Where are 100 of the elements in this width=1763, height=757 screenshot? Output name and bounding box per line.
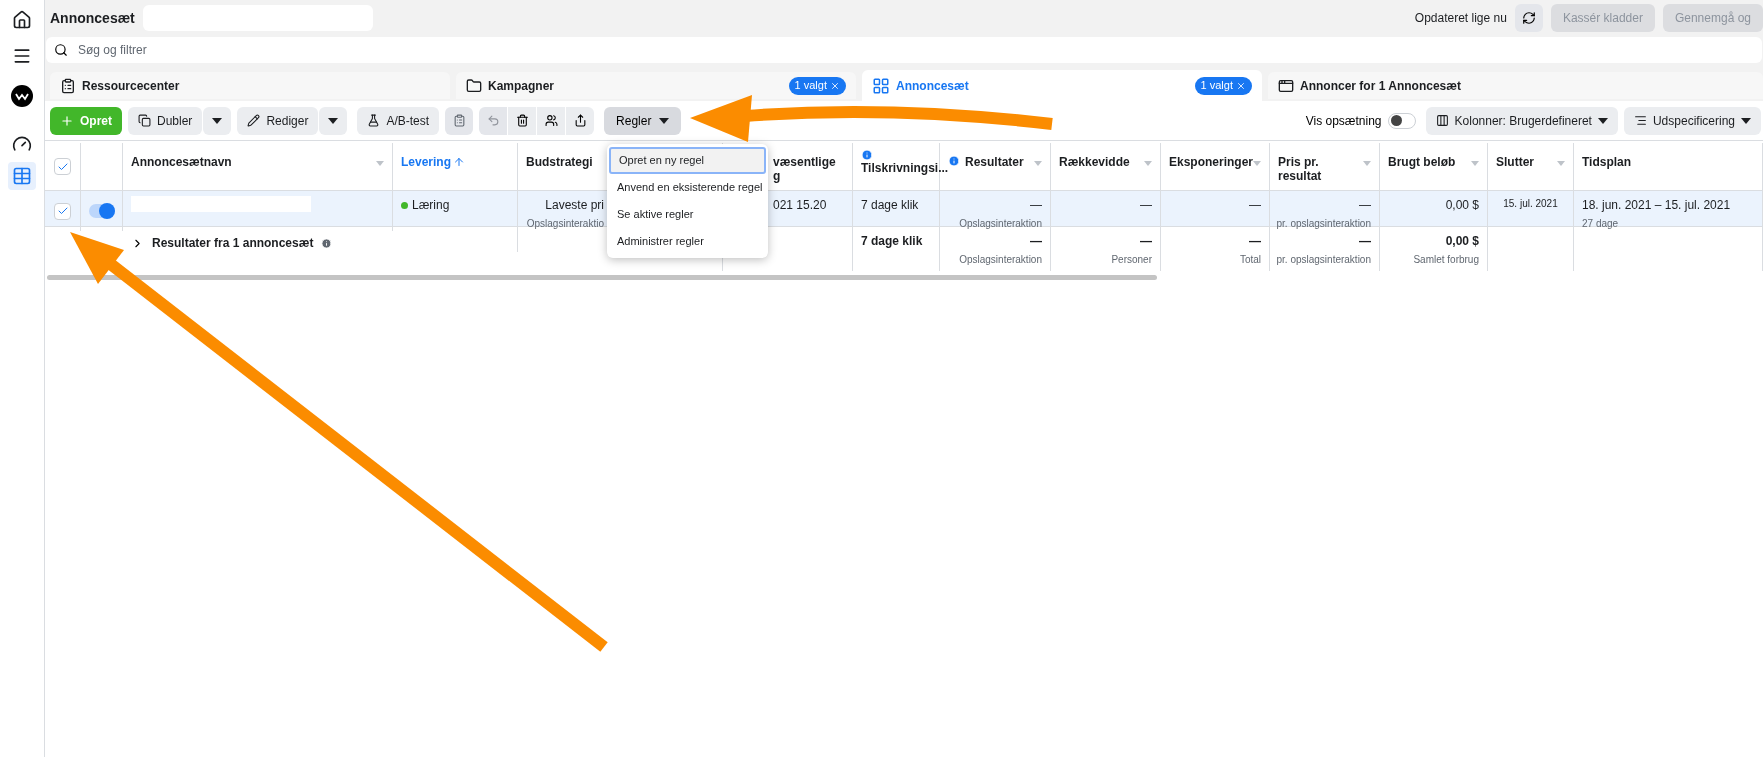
column-header[interactable]: Budstrategi xyxy=(526,155,593,169)
row-checkbox[interactable] xyxy=(54,202,71,220)
column-header[interactable]: Brugt beløb xyxy=(1388,155,1456,169)
horizontal-scrollbar[interactable] xyxy=(47,275,1157,280)
cell-text: — xyxy=(1359,197,1371,214)
tab[interactable]: Kampagner 1 valgt xyxy=(456,72,856,99)
columns-icon xyxy=(1435,114,1449,127)
ab-test-button[interactable]: A/B-test xyxy=(357,106,440,135)
people-icon xyxy=(544,114,558,127)
dropdown-button[interactable] xyxy=(203,106,232,135)
selection-badge[interactable]: 1 valgt xyxy=(788,76,846,95)
menu-item[interactable]: Anvend en eksisterende regel xyxy=(609,174,766,201)
cell-text: — xyxy=(1030,197,1042,214)
duplicate-button[interactable]: Dubler xyxy=(128,106,203,135)
check-icon xyxy=(56,205,69,217)
column-header[interactable]: Levering xyxy=(401,155,465,169)
cell-subtext: Personer xyxy=(1111,253,1152,267)
page-title: Annoncesæt xyxy=(50,8,135,28)
column-header[interactable]: Rækkevidde xyxy=(1059,155,1130,169)
summary-label: Resultater fra 1 annoncesæt xyxy=(152,235,314,252)
sort-arrow-icon xyxy=(453,156,465,168)
column-header[interactable]: Tilskrivningsi... xyxy=(861,161,949,175)
cell-text: — xyxy=(1140,233,1152,250)
menu-item[interactable]: Opret en ny regel xyxy=(609,147,766,174)
logo-icon xyxy=(11,85,33,107)
cell-text: 0,00 $ xyxy=(1445,233,1479,250)
column-header[interactable]: væsentlige g xyxy=(773,155,836,183)
share-button[interactable] xyxy=(566,106,595,135)
cell-text: 7 dage klik xyxy=(861,233,923,250)
cell-text: Læring xyxy=(401,196,450,214)
refresh-icon xyxy=(1521,11,1536,25)
undo-icon xyxy=(486,114,500,127)
edit-button[interactable]: Rediger xyxy=(237,106,319,135)
column-header[interactable]: Annoncesætnavn xyxy=(131,155,232,169)
cell-subtext: Total xyxy=(1239,253,1261,267)
clipboard-icon xyxy=(60,77,76,94)
clipboard-icon xyxy=(452,114,466,127)
info-icon xyxy=(321,237,333,249)
refresh-button[interactable] xyxy=(1514,4,1543,32)
cell-text: Laveste pri xyxy=(545,197,604,214)
close-icon xyxy=(1236,80,1246,91)
update-status: Opdateret lige nu xyxy=(1414,10,1507,27)
breakdown-icon xyxy=(1633,114,1647,127)
columns-button[interactable]: Kolonner: Brugerdefineret xyxy=(1425,106,1618,135)
search-input[interactable]: Søg og filtrer xyxy=(78,41,1754,59)
cell-text: — xyxy=(1249,233,1261,250)
view-setup-switch[interactable] xyxy=(1387,112,1416,129)
cell-text: — xyxy=(1140,197,1152,214)
dropdown-button[interactable] xyxy=(319,106,348,135)
cell-text: — xyxy=(1359,233,1371,250)
column-header[interactable]: Pris pr. resultat xyxy=(1278,155,1322,183)
table-icon xyxy=(12,166,32,186)
cell-text: 021 15.20 xyxy=(773,197,827,214)
tab[interactable]: Annoncer for 1 Annoncesæt xyxy=(1268,72,1763,99)
rules-button[interactable]: Regler xyxy=(604,106,682,135)
menu-item[interactable]: Se aktive regler xyxy=(609,201,766,228)
cell-text: 15. jul. 2021 xyxy=(1503,197,1558,211)
folder-icon xyxy=(466,77,482,94)
cell-text: 18. jun. 2021 – 15. jul. 2021 xyxy=(1582,197,1731,214)
column-header[interactable]: Tidsplan xyxy=(1582,155,1632,169)
selection-badge[interactable]: 1 valgt xyxy=(1194,76,1252,95)
sidebar-item[interactable] xyxy=(8,82,36,110)
plus-icon xyxy=(60,113,74,128)
cell-text: — xyxy=(1249,197,1261,214)
grid-icon xyxy=(872,76,890,95)
column-header[interactable]: Eksponeringer xyxy=(1169,155,1254,169)
delete-button[interactable] xyxy=(508,106,537,135)
select-all-checkbox[interactable] xyxy=(54,158,71,175)
caret-icon xyxy=(1597,117,1608,124)
share-icon xyxy=(573,114,587,127)
cell-subtext: pr. opslagsinteraktion xyxy=(1276,217,1371,231)
column-header[interactable]: Slutter xyxy=(1496,155,1534,169)
cell-text: — xyxy=(1030,233,1042,250)
caret-icon xyxy=(328,117,339,124)
cell-subtext: Opslagsinteraktion xyxy=(959,253,1042,267)
window-icon xyxy=(1278,77,1294,94)
column-header[interactable]: Resultater xyxy=(965,155,1024,169)
cell-subtext: Opslagsinteraktion xyxy=(959,217,1042,231)
info-icon xyxy=(948,155,960,167)
menu-item[interactable]: Administrer regler xyxy=(609,228,766,255)
home-icon xyxy=(12,10,32,30)
flask-icon xyxy=(367,114,381,127)
caret-icon xyxy=(1741,117,1751,124)
tab[interactable]: Annoncesæt 1 valgt xyxy=(862,70,1262,101)
search-field[interactable]: Søg og filtrer xyxy=(46,37,1762,63)
cell-text: 0,00 $ xyxy=(1445,197,1479,214)
view-setup-label: Vis opsætning xyxy=(1305,112,1382,130)
people-button[interactable] xyxy=(537,106,566,135)
cell-subtext: Opslagsinteraktio xyxy=(526,217,604,231)
trash-icon xyxy=(515,114,529,127)
caret-icon xyxy=(212,117,223,124)
row-toggle[interactable] xyxy=(88,204,115,218)
caret-icon xyxy=(659,117,670,124)
pencil-icon xyxy=(247,114,261,127)
menu-icon xyxy=(12,46,32,66)
breakdown-button[interactable]: Udspecificering xyxy=(1623,106,1761,135)
clipboard-button[interactable] xyxy=(445,106,474,135)
copy-icon xyxy=(138,114,151,127)
close-icon xyxy=(830,80,840,91)
tab[interactable]: Ressourcecenter xyxy=(50,72,450,99)
